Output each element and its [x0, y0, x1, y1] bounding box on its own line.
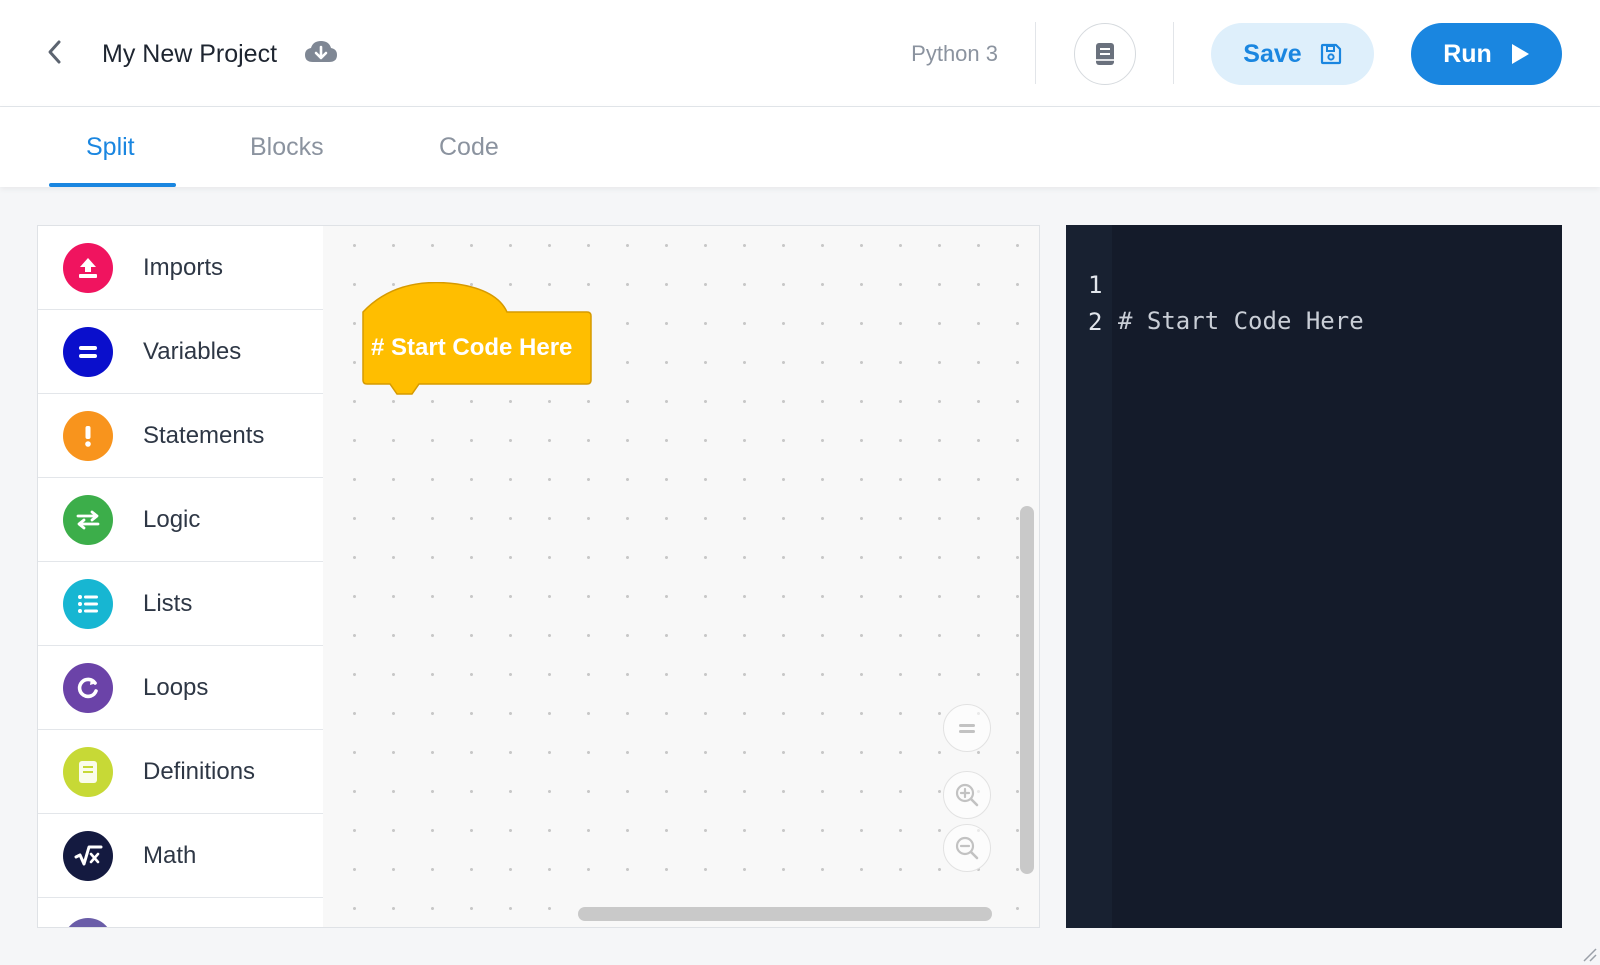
- workspace-vertical-scrollbar[interactable]: [1020, 506, 1034, 874]
- run-button[interactable]: Run: [1411, 23, 1562, 85]
- book-icon: [1096, 43, 1114, 65]
- floppy-disk-icon: [1320, 43, 1341, 65]
- view-tabs: Split Blocks Code: [0, 107, 1600, 187]
- recenter-icon: [959, 724, 975, 733]
- code-line[interactable]: 2: [1066, 268, 1124, 336]
- block-label: # Start Code Here: [371, 334, 573, 361]
- toolbox-category-lists[interactable]: Lists: [38, 562, 323, 646]
- zoom-out-icon: [955, 836, 979, 860]
- docs-button[interactable]: [1074, 23, 1136, 85]
- toolbox-category-statements[interactable]: Statements: [38, 394, 323, 478]
- book-icon: [63, 746, 113, 797]
- toolbox-category-logic[interactable]: Logic: [38, 478, 323, 562]
- line-number: 2: [1088, 308, 1103, 336]
- workspace-horizontal-scrollbar[interactable]: [578, 907, 992, 921]
- blocks-workspace[interactable]: # Start Code Here: [323, 226, 1039, 927]
- language-label: Python 3: [911, 41, 998, 66]
- category-label: Variables: [143, 337, 242, 365]
- blocks-editor: Imports Variables Statements Logic Lists: [37, 225, 1040, 928]
- save-button[interactable]: Save: [1211, 23, 1374, 85]
- code-line[interactable]: 1 # Start Code Here: [1066, 231, 1364, 335]
- loop-icon: [63, 662, 113, 713]
- top-bar: My New Project Python 3 Save Run: [0, 0, 1600, 107]
- category-label: Logic: [143, 505, 201, 533]
- zoom-reset-button[interactable]: [943, 704, 991, 752]
- play-icon: [1511, 44, 1529, 64]
- swap-arrows-icon: [63, 494, 113, 545]
- category-label: Loops: [143, 673, 209, 701]
- category-label: Statements: [143, 421, 265, 449]
- divider: [1035, 22, 1036, 84]
- toolbox-category-more[interactable]: [38, 898, 323, 927]
- save-label: Save: [1243, 39, 1302, 68]
- toolbox-category-definitions[interactable]: Definitions: [38, 730, 323, 814]
- category-label: Imports: [143, 253, 224, 281]
- tab-split[interactable]: Split: [86, 131, 135, 163]
- line-text[interactable]: # Start Code Here: [1118, 303, 1364, 339]
- run-label: Run: [1443, 39, 1492, 68]
- project-title[interactable]: My New Project: [102, 38, 277, 70]
- toolbox-category-imports[interactable]: Imports: [38, 226, 323, 310]
- active-tab-indicator: [49, 183, 176, 187]
- upload-icon: [63, 242, 113, 293]
- start-code-block[interactable]: # Start Code Here: [357, 281, 597, 402]
- sqrt-icon: [63, 830, 113, 881]
- tab-code[interactable]: Code: [439, 131, 499, 163]
- code-editor[interactable]: 1 # Start Code Here 2: [1066, 225, 1562, 928]
- zoom-out-button[interactable]: [943, 824, 991, 872]
- zoom-in-button[interactable]: [943, 771, 991, 819]
- toolbox-category-variables[interactable]: Variables: [38, 310, 323, 394]
- zoom-in-icon: [955, 783, 979, 807]
- divider: [1173, 22, 1174, 84]
- category-label: Lists: [143, 589, 193, 617]
- exclamation-icon: [63, 410, 113, 461]
- category-label: Math: [143, 841, 197, 869]
- equals-icon: [63, 326, 113, 377]
- toolbox-category-math[interactable]: Math: [38, 814, 323, 898]
- list-icon: [63, 578, 113, 629]
- toolbox-category-loops[interactable]: Loops: [38, 646, 323, 730]
- back-button[interactable]: [40, 37, 70, 67]
- block-toolbox: Imports Variables Statements Logic Lists: [38, 226, 323, 927]
- category-icon: [63, 918, 113, 927]
- category-label: Definitions: [143, 757, 256, 785]
- cloud-download-icon[interactable]: [304, 38, 338, 68]
- resize-grip-icon[interactable]: [1578, 943, 1598, 963]
- chevron-left-icon: [48, 40, 61, 64]
- tab-blocks[interactable]: Blocks: [250, 131, 324, 163]
